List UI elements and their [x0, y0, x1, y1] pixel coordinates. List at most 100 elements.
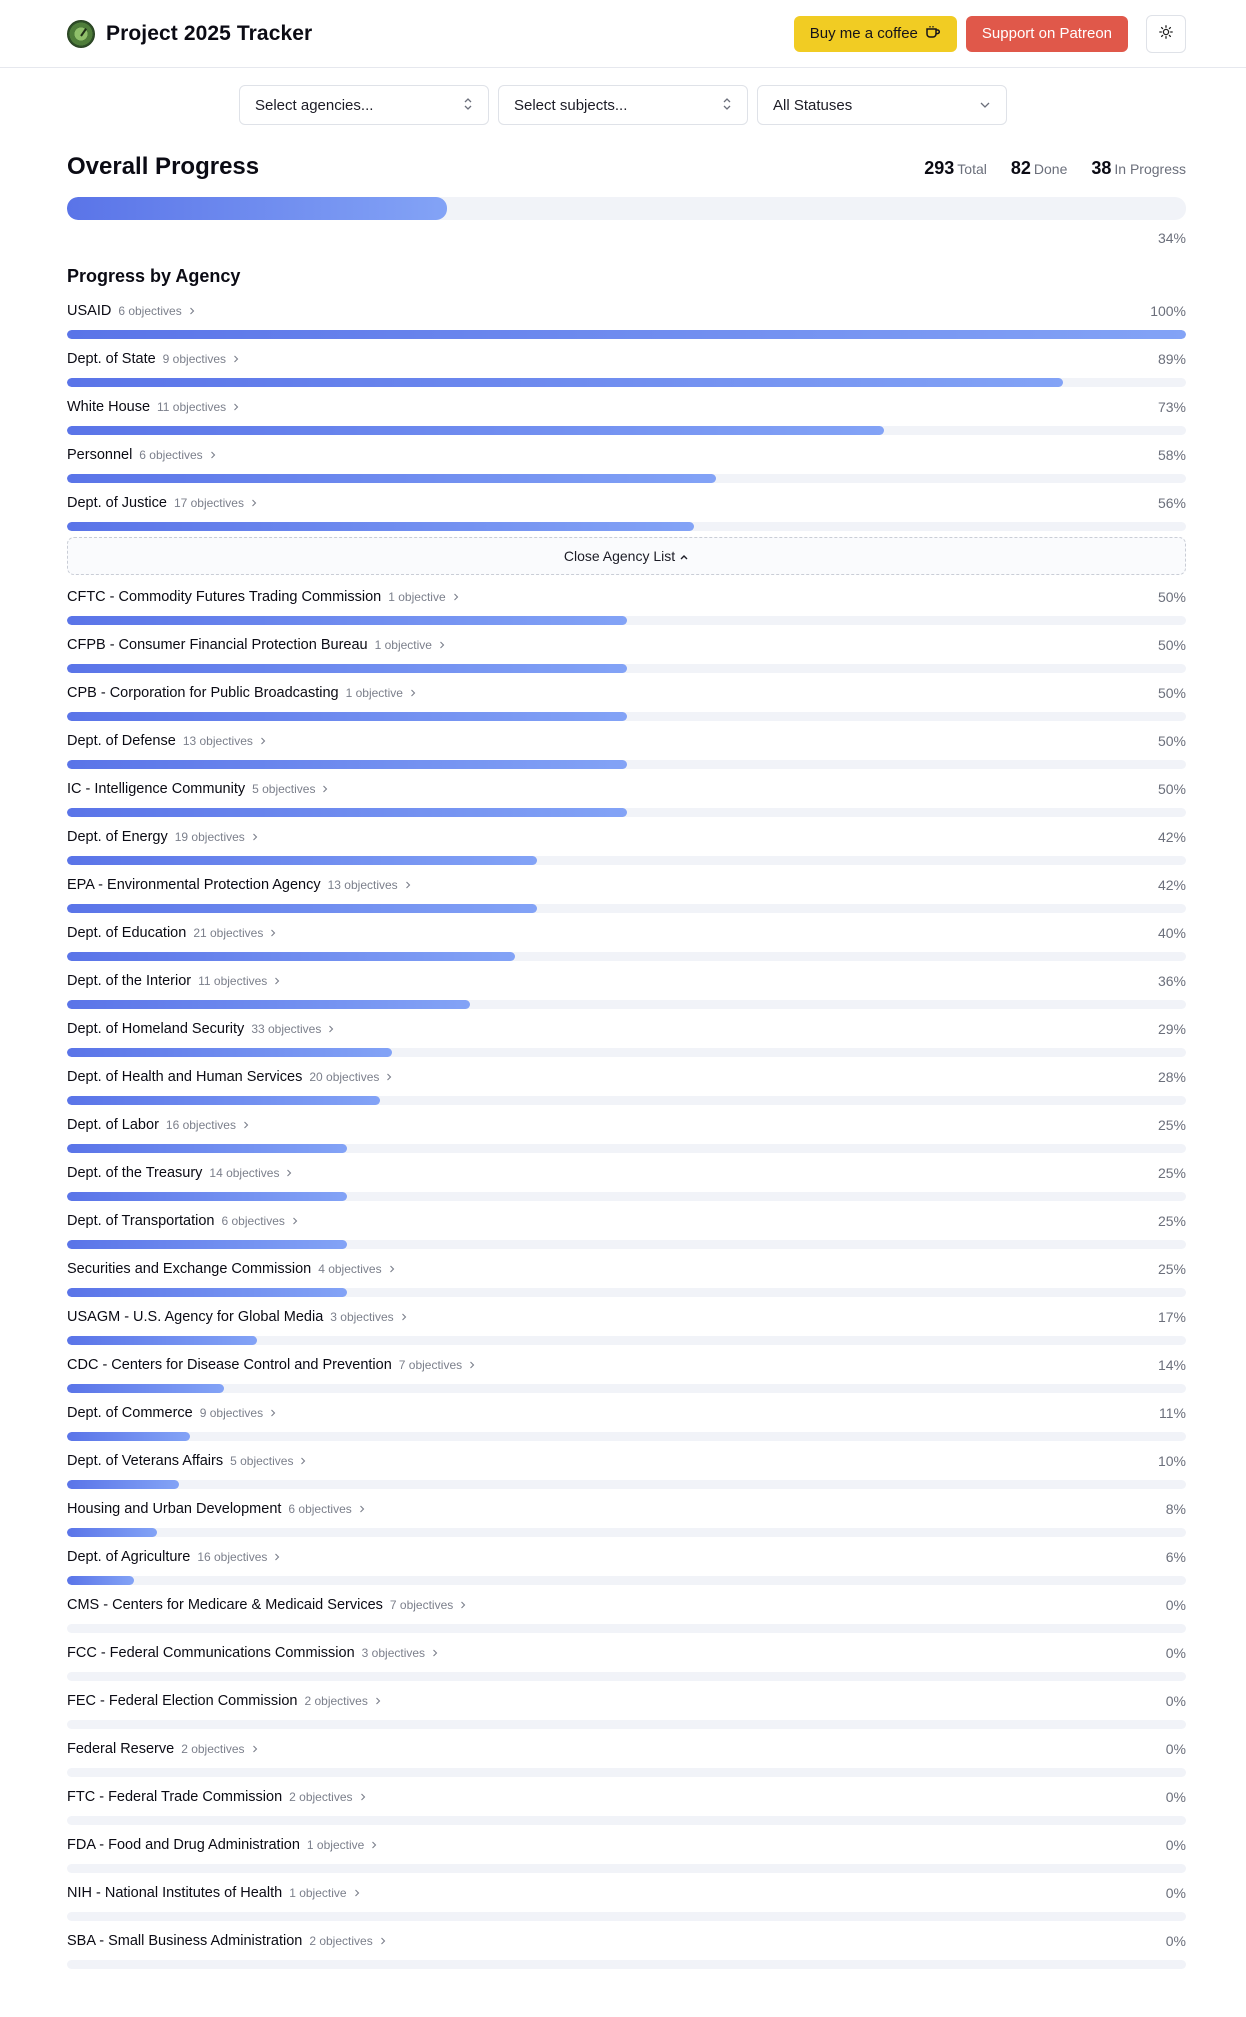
agency-objective-count: 1 objective [289, 1886, 347, 1900]
agency-link[interactable]: CMS - Centers for Medicare & Medicaid Se… [67, 1596, 466, 1614]
agency-objective-count: 3 objectives [361, 1646, 426, 1660]
agency-progress-bar [67, 522, 1186, 531]
agencies-select[interactable]: Select agencies... [239, 85, 489, 125]
agency-objective-count: 19 objectives [174, 830, 245, 844]
agency-percent: 50% [1157, 637, 1186, 653]
theme-toggle-button[interactable] [1146, 14, 1186, 53]
agency-name: Housing and Urban Development [67, 1501, 282, 1517]
agency-percent: 29% [1157, 1021, 1186, 1037]
agency-percent: 50% [1157, 685, 1186, 701]
agency-percent: 14% [1157, 1357, 1186, 1373]
agency-link[interactable]: FTC - Federal Trade Commission 2 objectiv… [67, 1788, 366, 1806]
agency-row-header: EPA - Environmental Protection Agency 13 … [67, 875, 1186, 895]
agency-name: Dept. of the Interior [67, 973, 192, 989]
agency-progress-fill [67, 952, 515, 961]
agency-objective-count: 2 objectives [289, 1790, 353, 1804]
stat-total-label: Total [957, 161, 987, 177]
stat-in-progress-value: 38 [1091, 158, 1112, 178]
logo-icon [67, 19, 95, 48]
agency-row-header: Dept. of State 9 objectives 89% [67, 349, 1186, 369]
agency-link[interactable]: IC - Intelligence Community 5 objectives [67, 780, 328, 798]
agency-link[interactable]: CFPB - Consumer Financial Protection Bur… [67, 636, 445, 654]
agency-row-header: Dept. of Commerce 9 objectives 11% [67, 1403, 1186, 1423]
agency-percent: 73% [1157, 399, 1186, 415]
agency-list: USAID 6 objectives 100% Dept. of State 9 obj… [67, 301, 1186, 1979]
agency-link[interactable]: Dept. of Labor 16 objectives [67, 1116, 249, 1134]
agency-link[interactable]: Dept. of Energy 19 objectives [67, 828, 258, 846]
agency-link[interactable]: Dept. of Commerce 9 objectives [67, 1404, 276, 1422]
agency-percent: 40% [1157, 925, 1186, 941]
chevron-right-icon [210, 446, 216, 464]
agency-link[interactable]: Dept. of Education 21 objectives [67, 924, 276, 942]
agency-link[interactable]: Dept. of Agriculture 16 objectives [67, 1548, 280, 1566]
agency-link[interactable]: SBA - Small Business Administration 2 obj… [67, 1932, 386, 1950]
agency-link[interactable]: Dept. of Justice 17 objectives [67, 494, 257, 512]
agency-row-header: Dept. of the Treasury 14 objectives 25% [67, 1163, 1186, 1183]
chevron-right-icon [360, 1788, 366, 1806]
filter-bar: Select agencies... Select subjects... Al… [0, 85, 1246, 125]
agency-progress-bar [67, 1192, 1186, 1201]
agency-progress-bar [67, 426, 1186, 435]
agency-row: Housing and Urban Development 6 objective… [67, 1499, 1186, 1547]
statuses-select[interactable]: All Statuses [757, 85, 1007, 125]
agencies-select-label: Select agencies... [255, 96, 374, 114]
agency-link[interactable]: CDC - Centers for Disease Control and Pr… [67, 1356, 475, 1374]
agency-row-header: USAGM - U.S. Agency for Global Media 3 ob… [67, 1307, 1186, 1327]
agency-link[interactable]: Dept. of Homeland Security 33 objectives [67, 1020, 334, 1038]
agency-link[interactable]: USAGM - U.S. Agency for Global Media 3 ob… [67, 1308, 407, 1326]
brand[interactable]: Project 2025 Tracker [67, 19, 312, 48]
agency-link[interactable]: USAID 6 objectives [67, 302, 195, 320]
agency-link[interactable]: CFTC - Commodity Futures Trading Commiss… [67, 588, 459, 606]
agency-progress-bar [67, 1096, 1186, 1105]
agency-link[interactable]: Personnel 6 objectives [67, 446, 216, 464]
agency-row: Dept. of Justice 17 objectives 56% [67, 493, 1186, 541]
agency-progress-bar [67, 1576, 1186, 1585]
agency-row: FEC - Federal Election Commission 2 objec… [67, 1691, 1186, 1739]
agency-progress-fill [67, 426, 884, 435]
support-patreon-button[interactable]: Support on Patreon [965, 15, 1128, 52]
agency-percent: 89% [1157, 351, 1186, 367]
agency-link[interactable]: FEC - Federal Election Commission 2 objec… [67, 1692, 381, 1710]
agency-link[interactable]: Dept. of Defense 13 objectives [67, 732, 266, 750]
agency-row-header: SBA - Small Business Administration 2 obj… [67, 1931, 1186, 1951]
agency-link[interactable]: White House 11 objectives [67, 398, 239, 416]
agency-percent: 8% [1165, 1501, 1186, 1517]
agency-row-header: Dept. of Homeland Security 33 objectives 2… [67, 1019, 1186, 1039]
agency-link[interactable]: Dept. of State 9 objectives [67, 350, 239, 368]
agency-link[interactable]: Dept. of Transportation 6 objectives [67, 1212, 298, 1230]
agency-row: Dept. of Transportation 6 objectives 25% [67, 1211, 1186, 1259]
agency-link[interactable]: FCC - Federal Communications Commission 3… [67, 1644, 438, 1662]
agency-objective-count: 16 objectives [197, 1550, 268, 1564]
chevron-right-icon [354, 1884, 360, 1902]
agency-progress-bar [67, 712, 1186, 721]
agency-link[interactable]: Housing and Urban Development 6 objective… [67, 1500, 365, 1518]
agency-name: NIH - National Institutes of Health [67, 1885, 283, 1901]
agency-link[interactable]: CPB - Corporation for Public Broadcastin… [67, 684, 416, 702]
agency-link[interactable]: Dept. of the Treasury 14 objectives [67, 1164, 292, 1182]
buy-coffee-button[interactable]: Buy me a coffee [793, 15, 957, 52]
agency-link[interactable]: Federal Reserve 2 objectives [67, 1740, 258, 1758]
agency-link[interactable]: NIH - National Institutes of Health 1 obj… [67, 1884, 360, 1902]
chevron-right-icon [380, 1932, 386, 1950]
subjects-select[interactable]: Select subjects... [498, 85, 748, 125]
agency-row: Securities and Exchange Commission 4 obje… [67, 1259, 1186, 1307]
chevron-right-icon [371, 1836, 377, 1854]
agency-link[interactable]: Dept. of Health and Human Services 20 obj… [67, 1068, 392, 1086]
agency-section-title: Progress by Agency [67, 266, 241, 286]
agency-progress-fill [67, 1240, 347, 1249]
agency-link[interactable]: Securities and Exchange Commission 4 obje… [67, 1260, 395, 1278]
agency-row: SBA - Small Business Administration 2 obj… [67, 1931, 1186, 1979]
chevron-up-down-icon [463, 97, 473, 114]
agency-name: FDA - Food and Drug Administration [67, 1837, 300, 1853]
agency-link[interactable]: Dept. of Veterans Affairs 5 objectives [67, 1452, 306, 1470]
agency-link[interactable]: FDA - Food and Drug Administration 1 obje… [67, 1836, 377, 1854]
agency-link[interactable]: Dept. of the Interior 11 objectives [67, 972, 280, 990]
stat-done: 82 Done [1011, 158, 1068, 179]
agency-link[interactable]: EPA - Environmental Protection Agency 13 … [67, 876, 411, 894]
agency-row: Dept. of Agriculture 16 objectives 6% [67, 1547, 1186, 1595]
close-agency-list-button[interactable]: Close Agency List [67, 537, 1186, 575]
agency-progress-fill [67, 856, 537, 865]
agency-objective-count: 1 objective [374, 638, 432, 652]
agency-row: Dept. of the Treasury 14 objectives 25% [67, 1163, 1186, 1211]
agency-name: Dept. of State [67, 351, 156, 367]
